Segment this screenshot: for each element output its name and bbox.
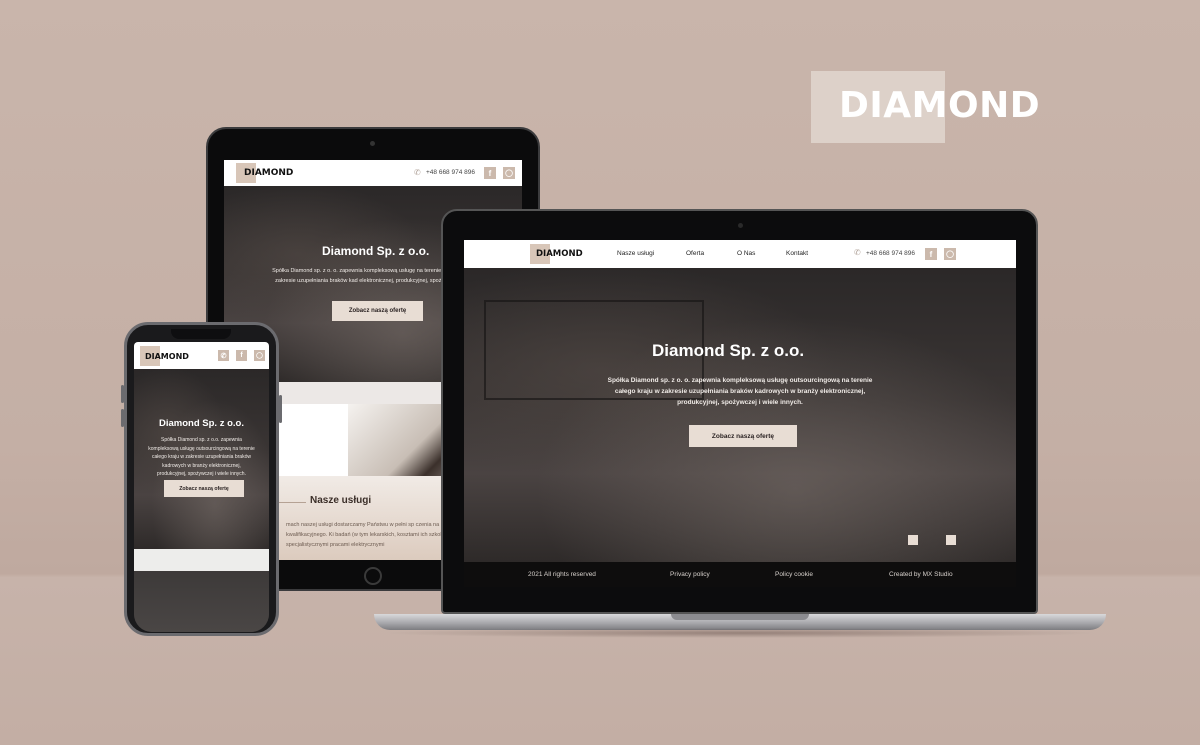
nav-item-services[interactable]: Nasze usługi: [617, 250, 654, 257]
phone-icon[interactable]: ✆: [218, 350, 229, 361]
laptop-shadow: [380, 628, 1100, 638]
cta-button[interactable]: Zobacz naszą ofertę: [332, 301, 423, 321]
tablet-site-header: DIAMOND ✆ +48 668 974 896 f ◯: [224, 160, 522, 186]
laptop-camera: [738, 223, 743, 228]
laptop-site-header: DIAMOND Nasze usługi Oferta O Nas Kontak…: [464, 240, 1016, 268]
hero-title: Diamond Sp. z o.o.: [652, 341, 805, 360]
slider-next-arrow[interactable]: [946, 535, 956, 545]
slider-prev-arrow[interactable]: [908, 535, 918, 545]
nav-item-contact[interactable]: Kontakt: [786, 250, 808, 257]
phone-icon: ✆: [854, 248, 861, 257]
nav-item-about[interactable]: O Nas: [737, 250, 755, 257]
facebook-icon[interactable]: f: [236, 350, 247, 361]
brand-logo-text: DIAMOND: [839, 85, 1041, 126]
hero-description: Spółka Diamond sp. z o. o. zapewnia komp…: [607, 377, 873, 406]
header-phone[interactable]: +48 668 974 896: [426, 169, 475, 176]
tablet-home-button: [364, 567, 382, 585]
footer-copyright: 2021 All rights reserved: [528, 571, 596, 578]
facebook-icon[interactable]: f: [925, 248, 937, 260]
cta-button[interactable]: Zobacz naszą ofertę: [164, 480, 244, 497]
phone-site-header: DIAMOND ✆ f ◯: [134, 342, 269, 369]
cta-button[interactable]: Zobacz naszą ofertę: [689, 425, 797, 447]
laptop-screen: DIAMOND Nasze usługi Oferta O Nas Kontak…: [464, 240, 1016, 587]
phone-device: DIAMOND ✆ f ◯ Diamond Sp. z o.o. Spółka …: [121, 322, 282, 636]
phone-side-button: [121, 385, 124, 403]
laptop-device: DIAMOND Nasze usługi Oferta O Nas Kontak…: [441, 209, 1038, 614]
site-logo[interactable]: DIAMOND: [536, 249, 583, 259]
site-logo[interactable]: DIAMOND: [145, 352, 189, 361]
header-phone[interactable]: +48 668 974 896: [866, 250, 915, 257]
phone-icon: ✆: [414, 168, 421, 177]
footer-privacy-link[interactable]: Privacy policy: [670, 571, 710, 578]
hero-title: Diamond Sp. z o.o.: [159, 418, 244, 429]
instagram-icon[interactable]: ◯: [254, 350, 265, 361]
instagram-icon[interactable]: ◯: [944, 248, 956, 260]
section-divider: [134, 549, 269, 571]
hero-description: Spółka Diamond sp. z o.o. zapewnia kompl…: [148, 437, 255, 477]
phone-side-button: [279, 395, 282, 423]
facebook-icon[interactable]: f: [484, 167, 496, 179]
instagram-icon[interactable]: ◯: [503, 167, 515, 179]
tablet-camera: [370, 141, 375, 146]
services-photo: [134, 571, 269, 632]
nav-item-offer[interactable]: Oferta: [686, 250, 704, 257]
phone-notch: [171, 329, 231, 339]
site-footer: 2021 All rights reserved Privacy policy …: [464, 562, 1016, 587]
phone-screen: DIAMOND ✆ f ◯ Diamond Sp. z o.o. Spółka …: [134, 342, 269, 632]
site-logo[interactable]: DIAMOND: [244, 168, 293, 178]
footer-cookie-link[interactable]: Policy cookie: [775, 571, 813, 578]
phone-side-button: [121, 409, 124, 427]
hero-title: Diamond Sp. z o.o.: [322, 244, 430, 258]
footer-credit[interactable]: Created by MX Studio: [889, 571, 953, 578]
services-title: Nasze usługi: [310, 495, 372, 506]
laptop-trackpad-notch: [671, 614, 809, 620]
brand-logo: DIAMOND: [811, 71, 1051, 143]
